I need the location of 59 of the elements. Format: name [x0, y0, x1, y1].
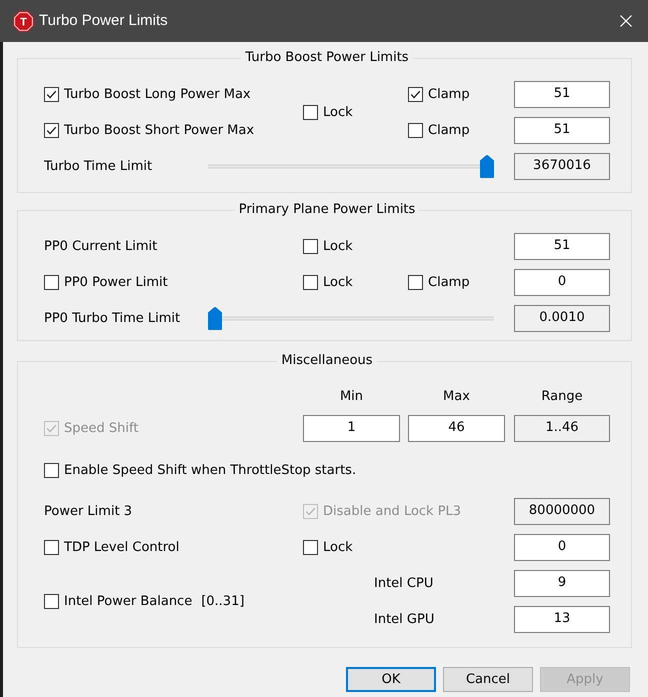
column-header: Range	[541, 389, 583, 405]
checkbox-label[interactable]: Turbo Boost Long Power Max	[64, 86, 251, 102]
value-field[interactable]: 13	[514, 606, 610, 633]
value-field[interactable]: 1	[303, 415, 400, 442]
value-field[interactable]: 80000000	[514, 498, 610, 525]
column-header: Max	[443, 389, 470, 405]
checkbox-label[interactable]: Clamp	[428, 122, 470, 138]
value-field[interactable]: 3670016	[514, 153, 610, 180]
field-label: Power Limit 3	[44, 504, 132, 520]
value-field[interactable]: 46	[408, 415, 505, 442]
checkbox[interactable]	[408, 123, 423, 138]
checkbox[interactable]	[303, 105, 318, 120]
value-field[interactable]: 9	[514, 570, 610, 597]
checkbox-label[interactable]: PP0 Power Limit	[64, 274, 168, 290]
checkbox-label[interactable]: Turbo Boost Short Power Max	[64, 122, 254, 138]
checkbox-label[interactable]: Clamp	[428, 86, 470, 102]
checkbox-label[interactable]: TDP Level Control	[64, 540, 180, 556]
group-title: Turbo Boost Power Limits	[244, 50, 410, 66]
column-header: Min	[340, 389, 364, 405]
checkbox-label[interactable]: Lock	[323, 274, 353, 290]
field-label: Turbo Time Limit	[44, 158, 152, 174]
checkbox-label[interactable]: Intel Power Balance	[64, 594, 192, 610]
checkbox[interactable]	[408, 275, 423, 290]
value-field[interactable]: 0.0010	[514, 305, 610, 332]
checkbox[interactable]	[303, 275, 318, 290]
checkbox-label[interactable]: Lock	[323, 104, 353, 120]
value-field[interactable]: 51	[514, 117, 610, 144]
checkbox[interactable]	[303, 239, 318, 254]
checkbox-label[interactable]: Lock	[323, 238, 353, 254]
value-field[interactable]: 0	[514, 269, 610, 296]
checkbox[interactable]	[44, 87, 59, 102]
checkbox[interactable]	[44, 463, 59, 478]
range-note: [0..31]	[201, 594, 244, 610]
checkbox[interactable]	[44, 275, 59, 290]
window-title: Turbo Power Limits	[39, 12, 168, 30]
checkbox-label[interactable]: Enable Speed Shift when ThrottleStop starts.	[64, 462, 356, 478]
field-label: PP0 Current Limit	[44, 238, 158, 254]
checkbox[interactable]	[44, 594, 59, 609]
checkbox[interactable]	[408, 87, 423, 102]
group-title: Primary Plane Power Limits	[238, 202, 416, 218]
value-field[interactable]: 51	[514, 233, 610, 260]
octagon-logo-icon: T	[13, 10, 34, 32]
checkbox[interactable]	[303, 540, 318, 555]
field-label: Intel CPU	[374, 576, 434, 592]
checkbox-label[interactable]: Lock	[323, 540, 353, 556]
value-field[interactable]: 51	[514, 81, 610, 108]
value-field[interactable]: 0	[514, 534, 610, 561]
dialog-button[interactable]: Cancel	[443, 667, 533, 692]
checkbox-label[interactable]: Clamp	[428, 274, 470, 290]
checkbox[interactable]	[44, 540, 59, 555]
value-field[interactable]: 1..46	[514, 415, 610, 442]
close-icon[interactable]	[620, 15, 632, 27]
field-label: PP0 Turbo Time Limit	[44, 310, 180, 326]
slider-thumb[interactable]	[208, 307, 222, 330]
field-label: Intel GPU	[374, 612, 434, 628]
group-title: Miscellaneous	[280, 353, 374, 369]
slider-thumb[interactable]	[480, 155, 494, 178]
checkbox[interactable]	[44, 123, 59, 138]
dialog-button[interactable]: OK	[346, 667, 436, 692]
